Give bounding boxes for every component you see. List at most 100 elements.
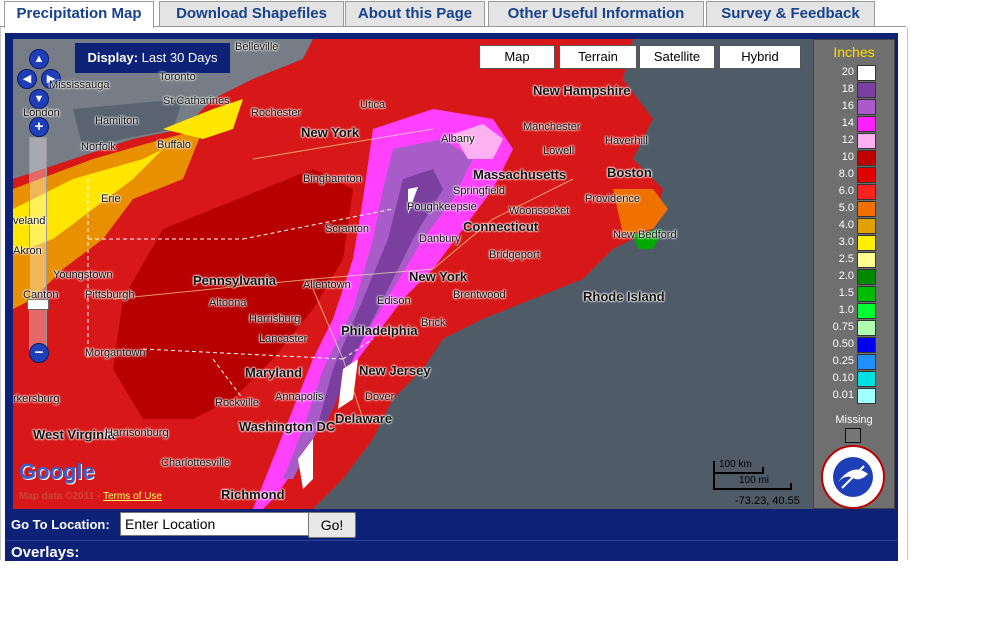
legend-value: 18	[841, 83, 854, 95]
zoom-in-button[interactable]: +	[29, 117, 49, 137]
pan-left-icon[interactable]: ◀	[17, 69, 37, 89]
place-label: Poughkeepsie	[407, 201, 477, 213]
place-label: Norfolk	[81, 141, 116, 153]
map-type-terrain-button[interactable]: Terrain	[559, 45, 637, 69]
tab-download-shapefiles[interactable]: Download Shapefiles	[159, 1, 344, 26]
place-label: Canton	[23, 289, 59, 301]
legend-value: 16	[841, 100, 854, 112]
tab-other-useful-information[interactable]: Other Useful Information	[488, 1, 704, 26]
tab-about-this-page[interactable]: About this Page	[345, 1, 485, 26]
legend-value: 1.5	[838, 287, 854, 299]
legend-row: 6.0	[820, 183, 888, 200]
place-label: Harrisonburg	[105, 427, 169, 439]
legend-swatch	[857, 235, 876, 251]
map-type-hybrid-button[interactable]: Hybrid	[719, 45, 801, 69]
place-label: Mississauga	[49, 79, 110, 91]
place-label: New Bedford	[613, 229, 677, 241]
overlays-section: Overlays:	[5, 540, 898, 561]
tab-precipitation-map[interactable]: Precipitation Map	[4, 1, 154, 28]
place-label: Bridgeport	[489, 249, 540, 261]
place-label: New York	[409, 269, 468, 284]
pan-zoom-control: ▲ ◀ ▶ ▼ + −	[17, 49, 61, 363]
legend-swatch	[857, 116, 876, 132]
place-label: Annapolis	[275, 391, 324, 403]
legend-row: 1.5	[820, 285, 888, 302]
legend-row: 8.0	[820, 166, 888, 183]
legend-swatch	[857, 371, 876, 387]
pan-up-icon[interactable]: ▲	[29, 49, 49, 69]
legend-row: 16	[820, 98, 888, 115]
display-label: Display:	[87, 50, 139, 65]
goto-location-label: Go To Location:	[11, 517, 110, 532]
legend-row: 2.0	[820, 268, 888, 285]
place-label: Charlottesville	[161, 457, 231, 469]
legend-swatch	[857, 303, 876, 319]
precipitation-legend: Inches 20 18 16 14 12 10 8.0 6.0 5.0 4.0 3.0 2.5 2.0…	[813, 39, 895, 509]
legend-swatch	[857, 167, 876, 183]
place-label: Rochester	[251, 107, 302, 119]
zoom-out-button[interactable]: −	[29, 343, 49, 363]
location-input[interactable]: Enter Location	[120, 512, 310, 536]
scale-mi: 100 mi	[739, 475, 770, 486]
scale-bar: 100 km 100 mi	[713, 459, 798, 491]
place-label: West Virginia	[33, 427, 115, 442]
place-label: Binghamton	[303, 173, 362, 185]
tab-survey-feedback[interactable]: Survey & Feedback	[706, 1, 875, 26]
place-label: Lowell	[543, 145, 575, 157]
legend-row: 18	[820, 81, 888, 98]
place-label: veland	[13, 215, 46, 227]
place-label: Connecticut	[463, 219, 539, 234]
place-label: New Jersey	[359, 363, 431, 378]
legend-value: 20	[841, 66, 854, 78]
legend-row: 3.0	[820, 234, 888, 251]
place-label: Brick	[421, 317, 446, 329]
place-label: St Catharines	[163, 95, 230, 107]
missing-swatch	[845, 428, 861, 443]
legend-row: 0.01	[820, 387, 888, 404]
place-label: Brentwood	[453, 289, 506, 301]
legend-value: 3.0	[838, 236, 854, 248]
place-label: New Hampshire	[533, 83, 631, 98]
legend-swatch	[857, 99, 876, 115]
legend-row: 12	[820, 132, 888, 149]
main-panel: Display: Last 30 Days Map Terrain Satell…	[0, 27, 908, 561]
place-label: Manchester	[523, 121, 581, 133]
legend-row: 4.0	[820, 217, 888, 234]
place-label: Boston	[607, 165, 652, 180]
legend-value: 0.01	[832, 389, 854, 401]
place-label: Haverhill	[605, 135, 648, 147]
legend-value: 0.75	[832, 321, 854, 333]
overlays-label: Overlays:	[11, 544, 80, 561]
legend-value: 8.0	[838, 168, 854, 180]
legend-value: 0.25	[832, 355, 854, 367]
legend-swatch	[857, 201, 876, 217]
map-type-map-button[interactable]: Map	[479, 45, 555, 69]
go-button[interactable]: Go!	[308, 512, 356, 538]
legend-swatch	[857, 133, 876, 149]
place-label: Altoona	[209, 297, 247, 309]
place-label: Morgantown	[85, 347, 146, 359]
legend-swatch	[857, 82, 876, 98]
display-value: Last 30 Days	[141, 50, 218, 65]
legend-swatch	[857, 269, 876, 285]
place-label: Danbury	[419, 233, 461, 245]
terms-of-use-link[interactable]: Terms of Use	[103, 491, 162, 502]
place-label: Rockville	[215, 397, 260, 409]
precipitation-map[interactable]: Display: Last 30 Days Map Terrain Satell…	[13, 39, 813, 509]
legend-row: 0.75	[820, 319, 888, 336]
missing-label: Missing	[835, 414, 873, 426]
place-label: Hamilton	[95, 115, 139, 127]
place-label: New York	[301, 125, 360, 140]
map-type-satellite-button[interactable]: Satellite	[639, 45, 715, 69]
place-label: Lancaster	[259, 333, 308, 345]
place-label: Massachusetts	[473, 167, 567, 182]
place-label: London	[23, 107, 60, 119]
place-label: rkersburg	[13, 393, 60, 405]
place-label: Delaware	[335, 411, 393, 426]
pan-down-icon[interactable]: ▼	[29, 89, 49, 109]
place-label: Washington DC	[239, 419, 336, 434]
legend-row: 20	[820, 64, 888, 81]
legend-swatch	[857, 65, 876, 81]
legend-row: 1.0	[820, 302, 888, 319]
display-period-badge[interactable]: Display: Last 30 Days	[75, 43, 230, 73]
